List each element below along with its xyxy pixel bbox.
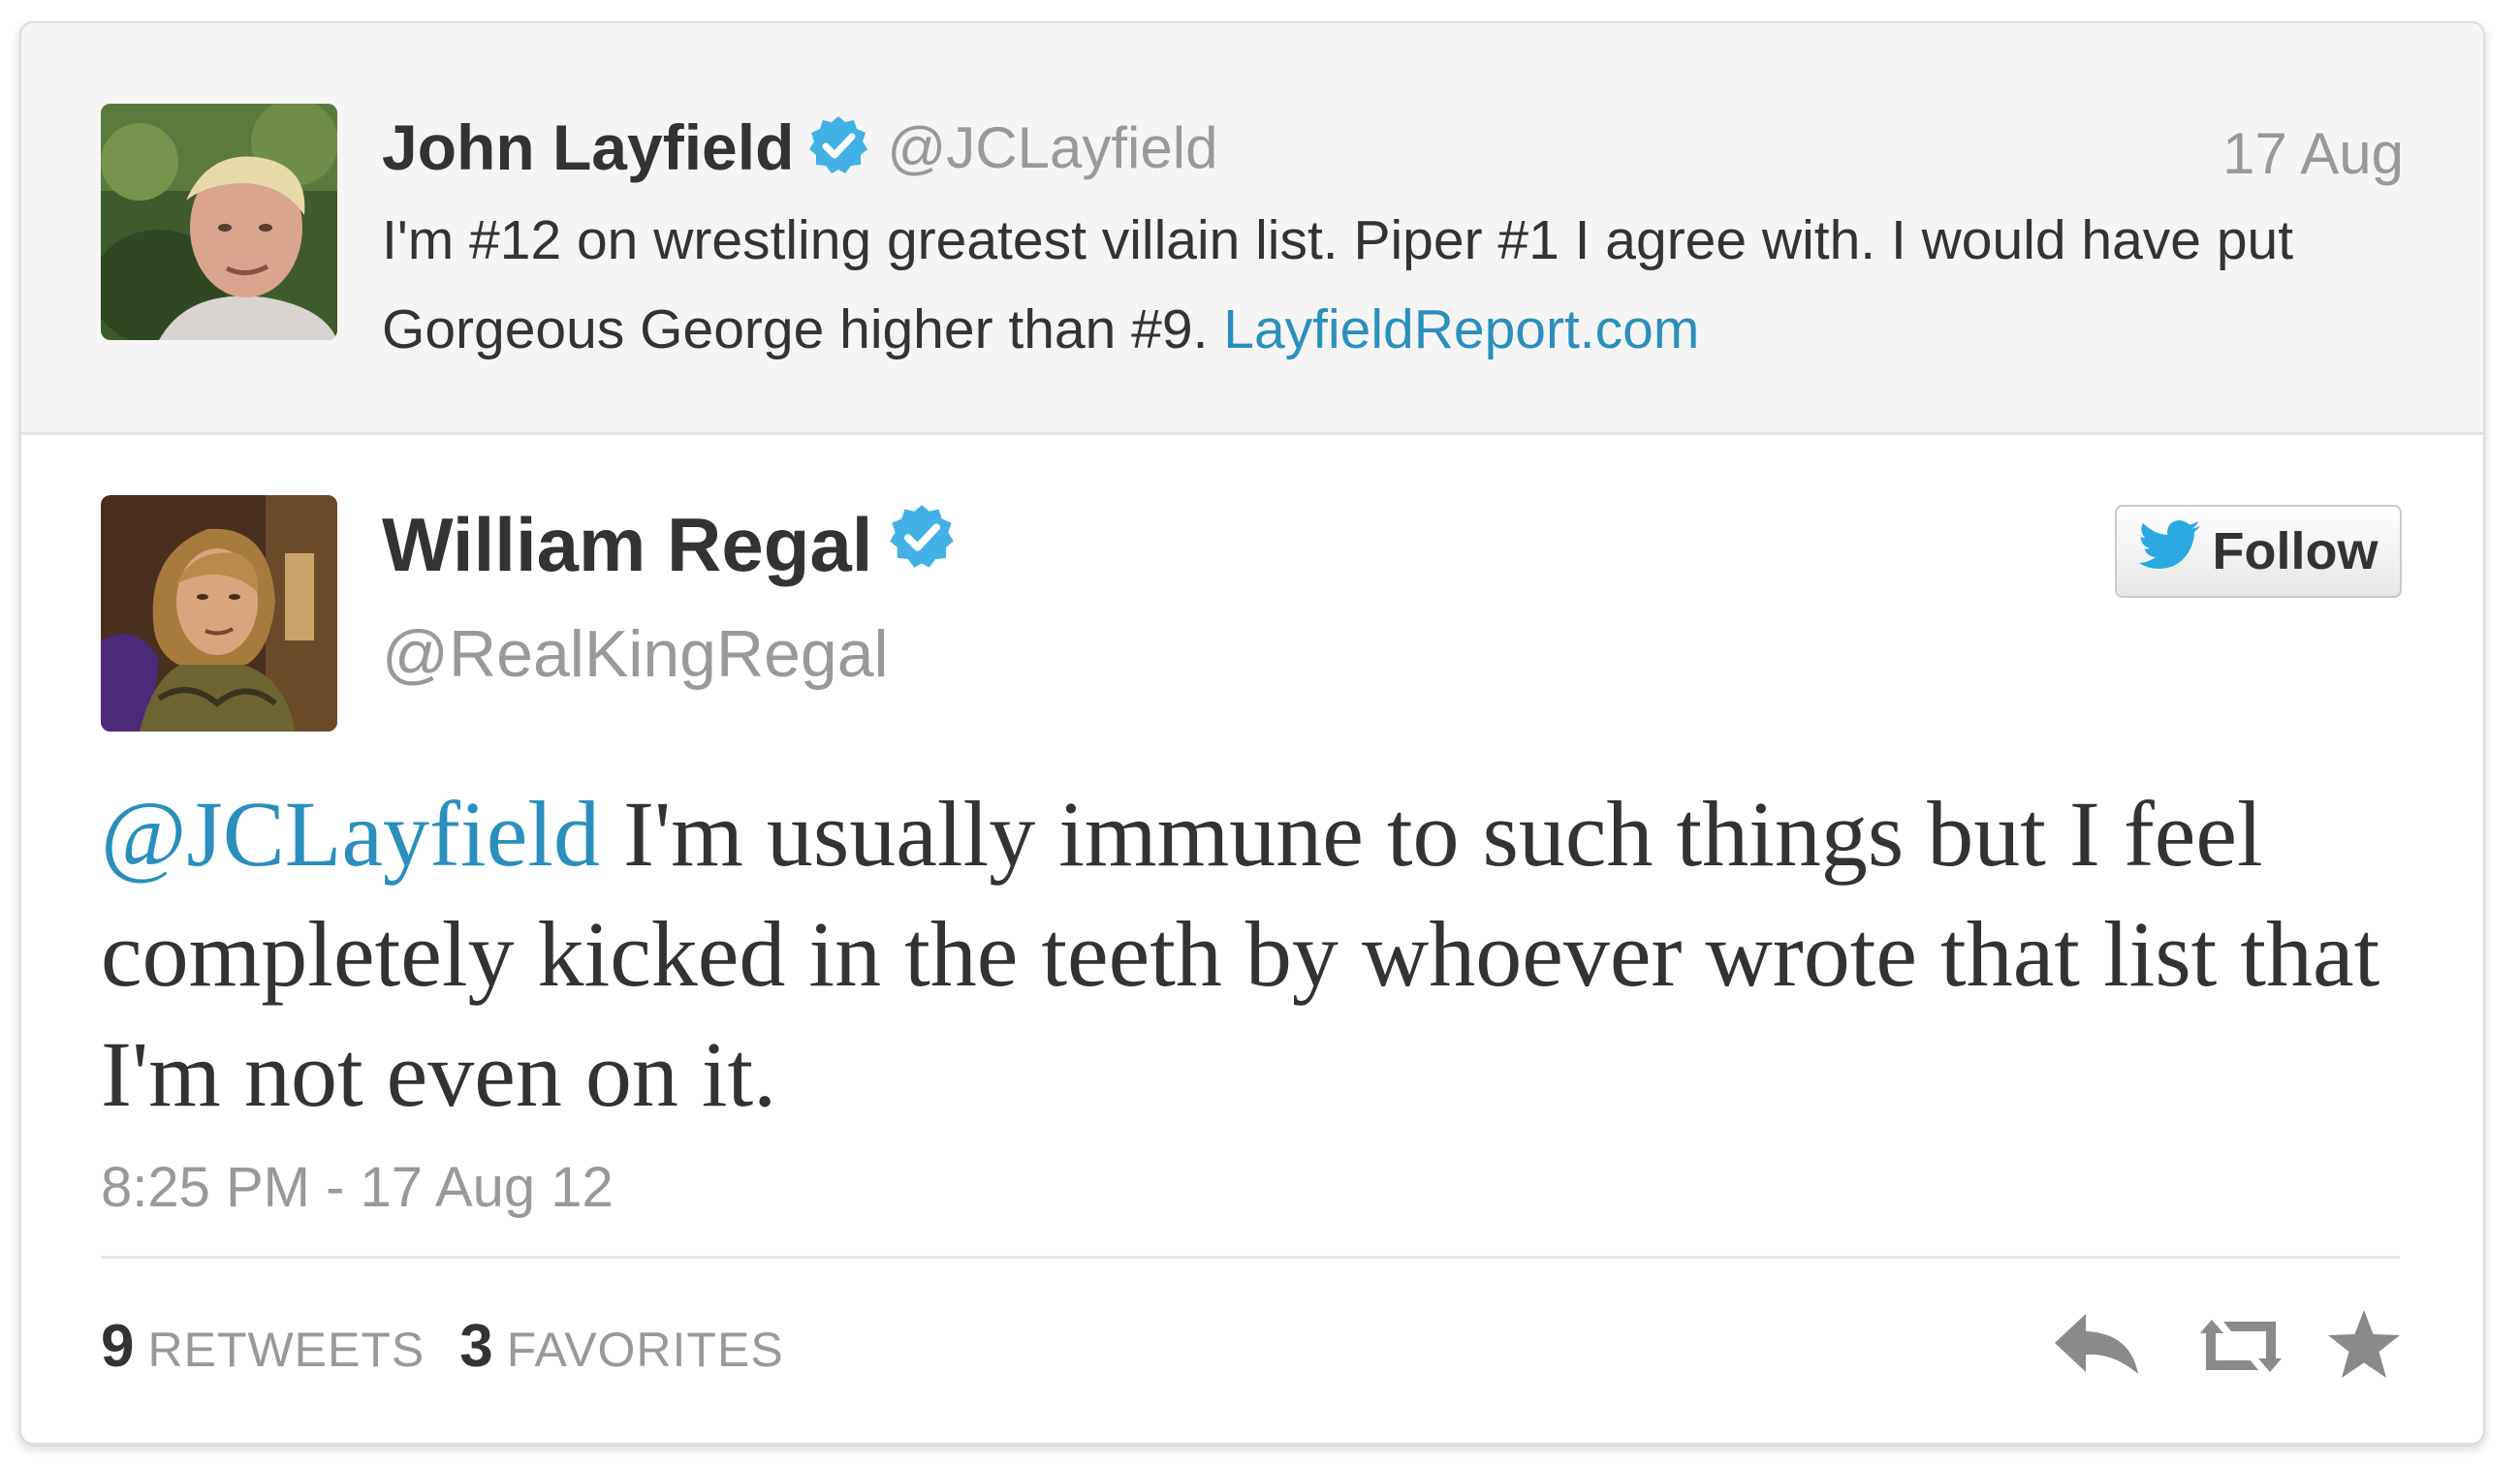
parent-tweet-date[interactable]: 17 Aug bbox=[2222, 120, 2404, 187]
retweet-icon[interactable] bbox=[2190, 1312, 2291, 1385]
reply-icon[interactable] bbox=[2053, 1310, 2142, 1385]
favorites-count[interactable]: 3 bbox=[459, 1312, 492, 1381]
avatar-william-regal[interactable] bbox=[101, 495, 337, 732]
parent-tweet-text: I'm #12 on wrestling greatest villain li… bbox=[382, 196, 2408, 374]
parent-author-handle[interactable]: @JCLayfield bbox=[887, 114, 1217, 181]
follow-button[interactable]: Follow bbox=[2115, 505, 2402, 598]
main-author-name[interactable]: William Regal bbox=[382, 501, 872, 589]
retweets-label[interactable]: RETWEETS bbox=[147, 1322, 425, 1378]
main-author-handle[interactable]: @RealKingRegal bbox=[382, 616, 889, 692]
verified-badge-icon bbox=[807, 114, 869, 181]
verified-badge-icon bbox=[888, 501, 956, 589]
twitter-bird-icon bbox=[2138, 519, 2201, 583]
tweet-mention-link[interactable]: @JCLayfield bbox=[101, 782, 600, 886]
parent-author-name[interactable]: John Layfield bbox=[382, 110, 794, 184]
parent-author-row: John Layfield @JCLayfield bbox=[382, 109, 1217, 186]
follow-button-label: Follow bbox=[2212, 522, 2378, 580]
tweet-timestamp[interactable]: 8:25 PM - 17 Aug 12 bbox=[101, 1155, 614, 1220]
parent-tweet-link[interactable]: LayfieldReport.com bbox=[1223, 298, 1699, 360]
divider bbox=[101, 1256, 2400, 1259]
main-tweet-text: @JCLayfield I'm usually immune to such t… bbox=[101, 774, 2437, 1135]
avatar-john-layfield[interactable] bbox=[101, 104, 337, 340]
favorite-star-icon[interactable] bbox=[2326, 1308, 2402, 1387]
favorites-label[interactable]: FAVORITES bbox=[507, 1322, 784, 1378]
main-author-row: William Regal bbox=[382, 498, 956, 591]
parent-tweet: John Layfield @JCLayfield 17 Aug I'm #12… bbox=[21, 23, 2483, 435]
embedded-tweet-card: John Layfield @JCLayfield 17 Aug I'm #12… bbox=[19, 21, 2485, 1445]
retweets-count[interactable]: 9 bbox=[101, 1312, 134, 1381]
tweet-stats: 9 RETWEETS 3 FAVORITES bbox=[101, 1312, 819, 1381]
